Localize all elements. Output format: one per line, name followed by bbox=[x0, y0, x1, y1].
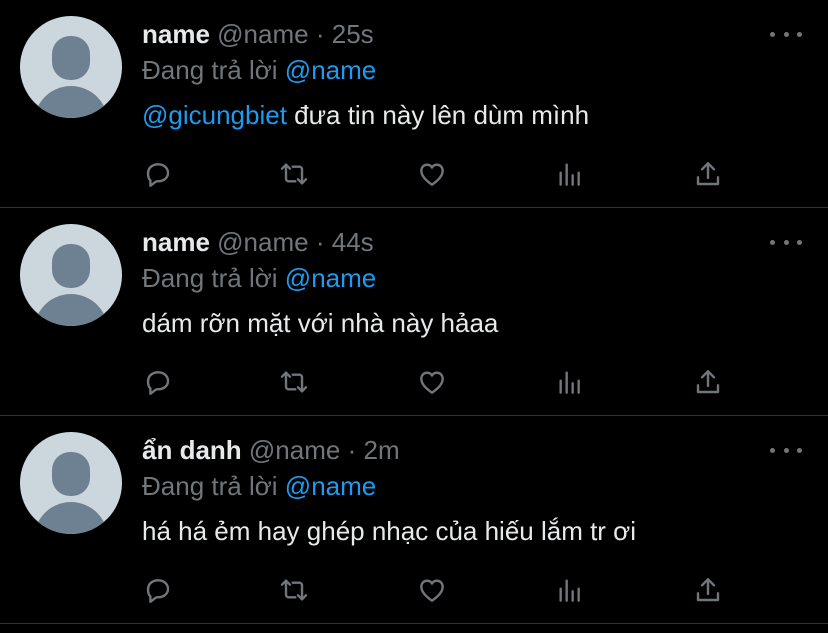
like-button[interactable] bbox=[414, 156, 450, 192]
tweet-header: ẩn danh @name · 2m bbox=[142, 434, 400, 466]
retweet-icon bbox=[280, 371, 308, 393]
text-body: đưa tin này lên dùm mình bbox=[286, 100, 590, 130]
replying-to-handle[interactable]: @name bbox=[285, 263, 376, 293]
timestamp[interactable]: 2m bbox=[363, 435, 399, 465]
avatar-body-shape bbox=[34, 86, 108, 118]
display-name[interactable]: name bbox=[142, 227, 210, 257]
retweet-icon bbox=[280, 163, 308, 185]
stats-button[interactable] bbox=[552, 364, 588, 400]
retweet-button[interactable] bbox=[276, 572, 312, 608]
share-button[interactable] bbox=[690, 364, 726, 400]
more-icon[interactable] bbox=[770, 26, 802, 42]
text-mention[interactable]: @gicungbiet bbox=[142, 100, 287, 130]
share-icon bbox=[696, 578, 720, 602]
like-button[interactable] bbox=[414, 572, 450, 608]
tweet-card[interactable]: ẩn danh @name · 2m Đang trả lời @name há… bbox=[0, 416, 828, 624]
replying-to: Đang trả lời @name bbox=[142, 54, 376, 86]
like-button[interactable] bbox=[414, 364, 450, 400]
retweet-button[interactable] bbox=[276, 156, 312, 192]
share-icon bbox=[696, 162, 720, 186]
replying-to: Đang trả lời @name bbox=[142, 262, 376, 294]
tweet-card[interactable]: name @name · 44s Đang trả lời @name dám … bbox=[0, 208, 828, 416]
separator-dot: · bbox=[315, 19, 325, 49]
separator-dot: · bbox=[347, 435, 357, 465]
tweet-text: há há ẻm hay ghép nhạc của hiếu lắm tr ơ… bbox=[142, 514, 636, 548]
avatar-body-shape bbox=[34, 502, 108, 534]
tweet-header: name @name · 25s bbox=[142, 18, 374, 50]
stats-icon bbox=[559, 371, 580, 394]
stats-button[interactable] bbox=[552, 572, 588, 608]
more-icon[interactable] bbox=[770, 234, 802, 250]
timestamp[interactable]: 25s bbox=[332, 19, 374, 49]
stats-icon bbox=[559, 579, 580, 602]
replying-to-handle[interactable]: @name bbox=[285, 471, 376, 501]
timestamp[interactable]: 44s bbox=[332, 227, 374, 257]
avatar[interactable] bbox=[20, 432, 122, 534]
reply-icon bbox=[146, 371, 170, 395]
replying-to-handle[interactable]: @name bbox=[285, 55, 376, 85]
user-handle[interactable]: @name bbox=[249, 435, 340, 465]
like-icon bbox=[420, 371, 444, 394]
replying-to: Đang trả lời @name bbox=[142, 470, 376, 502]
like-icon bbox=[420, 579, 444, 602]
avatar-head-shape bbox=[52, 244, 90, 288]
retweet-icon bbox=[280, 579, 308, 601]
divider bbox=[0, 623, 828, 624]
replying-to-label: Đang trả lời bbox=[142, 263, 278, 293]
separator-dot: · bbox=[315, 227, 325, 257]
like-icon bbox=[420, 163, 444, 186]
action-bar bbox=[140, 572, 730, 608]
tweet-text: dám rỡn mặt với nhà này hảaa bbox=[142, 306, 498, 340]
replying-to-label: Đang trả lời bbox=[142, 55, 278, 85]
text-body: dám rỡn mặt với nhà này hảaa bbox=[142, 308, 499, 338]
share-icon bbox=[696, 370, 720, 394]
tweet-text: @gicungbiet đưa tin này lên dùm mình bbox=[142, 98, 589, 132]
reply-icon bbox=[146, 163, 170, 187]
stats-icon bbox=[559, 163, 580, 186]
display-name[interactable]: ẩn danh bbox=[142, 435, 242, 465]
user-handle[interactable]: @name bbox=[217, 227, 308, 257]
tweet-card[interactable]: name @name · 25s Đang trả lời @name @gic… bbox=[0, 0, 828, 208]
text-body: há há ẻm hay ghép nhạc của hiếu lắm tr ơ… bbox=[142, 516, 637, 546]
reply-button[interactable] bbox=[140, 156, 176, 192]
avatar[interactable] bbox=[20, 224, 122, 326]
display-name[interactable]: name bbox=[142, 19, 210, 49]
reply-button[interactable] bbox=[140, 572, 176, 608]
tweet-feed: name @name · 25s Đang trả lời @name @gic… bbox=[0, 0, 828, 633]
retweet-button[interactable] bbox=[276, 364, 312, 400]
action-bar bbox=[140, 156, 730, 192]
avatar-head-shape bbox=[52, 452, 90, 496]
avatar[interactable] bbox=[20, 16, 122, 118]
avatar-body-shape bbox=[34, 294, 108, 326]
action-bar bbox=[140, 364, 730, 400]
tweet-header: name @name · 44s bbox=[142, 226, 374, 258]
share-button[interactable] bbox=[690, 572, 726, 608]
more-icon[interactable] bbox=[770, 442, 802, 458]
replying-to-label: Đang trả lời bbox=[142, 471, 278, 501]
stats-button[interactable] bbox=[552, 156, 588, 192]
reply-icon bbox=[146, 579, 170, 603]
share-button[interactable] bbox=[690, 156, 726, 192]
user-handle[interactable]: @name bbox=[217, 19, 308, 49]
reply-button[interactable] bbox=[140, 364, 176, 400]
avatar-head-shape bbox=[52, 36, 90, 80]
